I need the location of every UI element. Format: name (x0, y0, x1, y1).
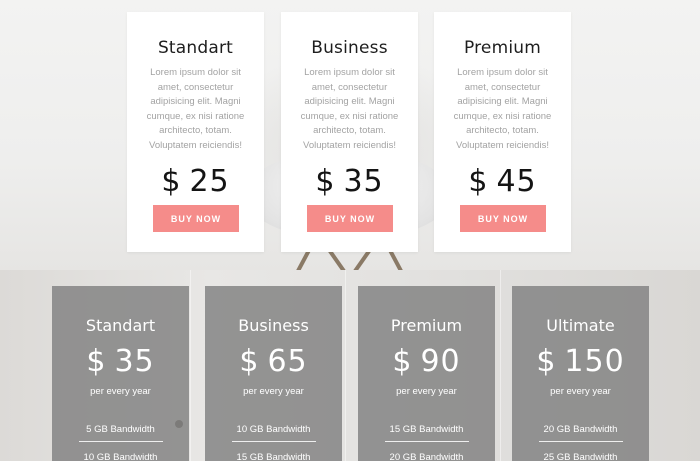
plan-card-business: Business $65 per every year 10 GB Bandwi… (205, 286, 342, 461)
plan-feature: 5 GB Bandwidth (86, 424, 155, 435)
feature-divider (385, 441, 469, 442)
card-price: $45 (434, 164, 571, 199)
plan-card-premium: Premium $90 per every year 15 GB Bandwid… (358, 286, 495, 461)
price-amount: 45 (496, 164, 537, 199)
buy-now-button[interactable]: BUY NOW (153, 205, 239, 232)
plan-period: per every year (90, 386, 151, 397)
feature-divider (79, 441, 163, 442)
price-amount: 35 (343, 164, 384, 199)
card-title: Standart (157, 38, 234, 58)
card-description: Lorem ipsum dolor sit amet, consectetur … (300, 67, 399, 151)
card-price: $25 (127, 164, 264, 199)
buy-now-button[interactable]: BUY NOW (460, 205, 546, 232)
wall-panel-edge (500, 270, 501, 461)
pricing-card-premium: Premium Lorem ipsum dolor sit amet, cons… (434, 12, 571, 252)
plan-price: $150 (512, 344, 649, 379)
plan-price: $90 (358, 344, 495, 379)
currency-symbol: $ (392, 344, 413, 379)
pricing-card-standart: Standart Lorem ipsum dolor sit amet, con… (127, 12, 264, 252)
plan-period: per every year (243, 386, 304, 397)
plan-feature: 15 GB Bandwidth (236, 452, 311, 461)
currency-symbol: $ (468, 164, 489, 199)
plan-feature: 20 GB Bandwidth (389, 452, 464, 461)
card-title: Business (311, 38, 388, 58)
currency-symbol: $ (161, 164, 182, 199)
card-title: Premium (463, 38, 542, 58)
plan-card-standart: Standart $35 per every year 5 GB Bandwid… (52, 286, 189, 461)
plan-card-ultimate: Ultimate $150 per every year 20 GB Bandw… (512, 286, 649, 461)
feature-divider (232, 441, 316, 442)
plan-title: Ultimate (546, 316, 615, 335)
plan-title: Business (238, 316, 309, 335)
currency-symbol: $ (536, 344, 557, 379)
price-amount: 25 (189, 164, 230, 199)
wall-panel-edge (345, 270, 346, 461)
plan-feature: 10 GB Bandwidth (83, 452, 158, 461)
plan-price: $35 (52, 344, 189, 379)
card-price: $35 (281, 164, 418, 199)
plan-feature: 20 GB Bandwidth (543, 424, 618, 435)
card-description: Lorem ipsum dolor sit amet, consectetur … (146, 67, 245, 151)
price-amount: 150 (564, 344, 625, 379)
currency-symbol: $ (315, 164, 336, 199)
buy-now-button[interactable]: BUY NOW (307, 205, 393, 232)
price-amount: 35 (114, 344, 155, 379)
price-amount: 65 (267, 344, 308, 379)
plan-period: per every year (550, 386, 611, 397)
price-amount: 90 (420, 344, 461, 379)
plan-price: $65 (205, 344, 342, 379)
plan-feature: 10 GB Bandwidth (236, 424, 311, 435)
plan-title: Premium (390, 316, 463, 335)
plan-period: per every year (396, 386, 457, 397)
card-description: Lorem ipsum dolor sit amet, consectetur … (453, 67, 552, 151)
currency-symbol: $ (86, 344, 107, 379)
pricing-card-business: Business Lorem ipsum dolor sit amet, con… (281, 12, 418, 252)
feature-divider (539, 441, 623, 442)
plan-title: Standart (85, 316, 156, 335)
wall-panel-edge (190, 270, 191, 461)
plan-feature: 25 GB Bandwidth (543, 452, 618, 461)
plan-feature: 15 GB Bandwidth (389, 424, 464, 435)
currency-symbol: $ (239, 344, 260, 379)
